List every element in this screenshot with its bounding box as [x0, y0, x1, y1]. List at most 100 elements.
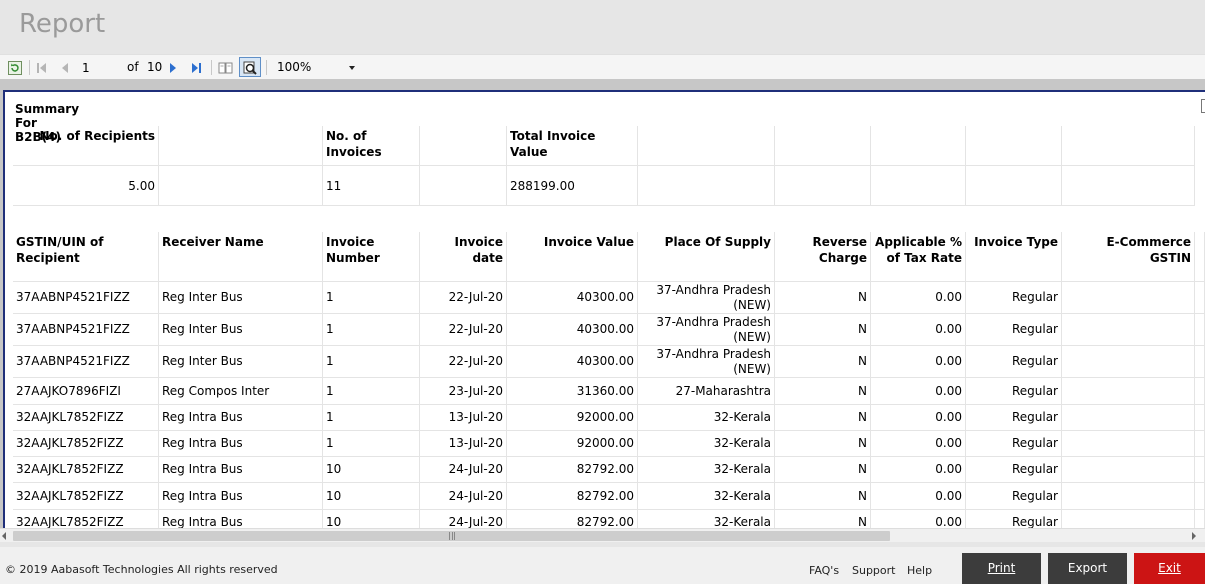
table-cell: Regular — [966, 431, 1062, 457]
footer: © 2019 Aabasoft Technologies All rights … — [0, 547, 1205, 584]
faq-link[interactable]: FAQ's — [809, 564, 839, 577]
table-cell: Reg Compos Inter — [159, 378, 323, 405]
summary-header-cell — [966, 126, 1062, 166]
table-header-cell: Invoice Value — [507, 232, 638, 282]
table-header-cell — [1195, 232, 1205, 282]
table-cell — [1195, 510, 1205, 528]
table-cell: 24-Jul-20 — [420, 457, 507, 483]
vertical-scrollbar-stub[interactable] — [1201, 99, 1205, 113]
horizontal-scrollbar[interactable] — [0, 528, 1205, 542]
refresh-icon[interactable] — [7, 59, 23, 76]
print-button[interactable]: Print — [962, 553, 1041, 584]
support-link[interactable]: Support — [852, 564, 895, 577]
export-button[interactable]: Export — [1048, 553, 1127, 584]
last-page-icon[interactable] — [188, 59, 204, 76]
table-cell: 31360.00 — [507, 378, 638, 405]
table-cell: 27-Maharashtra — [638, 378, 775, 405]
table-cell: 32-Kerala — [638, 405, 775, 431]
first-page-icon[interactable] — [35, 59, 49, 76]
scroll-left-icon[interactable] — [2, 532, 6, 540]
table-cell: Reg Inter Bus — [159, 346, 323, 378]
summary-header-cell — [420, 126, 507, 166]
table-cell: 37AABNP4521FIZZ — [13, 346, 159, 378]
table-header-cell: Applicable % of Tax Rate — [871, 232, 966, 282]
table-header-cell: Place Of Supply — [638, 232, 775, 282]
table-cell: 32AAJKL7852FIZZ — [13, 510, 159, 528]
table-cell: 10 — [323, 457, 420, 483]
table-cell — [1195, 457, 1205, 483]
table-cell: 37AABNP4521FIZZ — [13, 282, 159, 314]
table-cell — [1062, 483, 1195, 510]
table-cell: Reg Inter Bus — [159, 282, 323, 314]
table-cell: Reg Intra Bus — [159, 457, 323, 483]
table-cell: 37-Andhra Pradesh (NEW) — [638, 282, 775, 314]
table-cell — [1062, 346, 1195, 378]
summary-value-cell — [966, 166, 1062, 206]
table-header-cell: GSTIN/UIN of Recipient — [13, 232, 159, 282]
copyright-text: © 2019 Aabasoft Technologies All rights … — [5, 563, 278, 576]
table-cell: 32AAJKL7852FIZZ — [13, 483, 159, 510]
table-cell — [1195, 346, 1205, 378]
table-cell: N — [775, 431, 871, 457]
scroll-right-icon[interactable] — [1192, 532, 1196, 540]
summary-value-cell — [420, 166, 507, 206]
table-cell: 1 — [323, 431, 420, 457]
summary-value-cell — [638, 166, 775, 206]
page-title: Report — [19, 9, 106, 39]
table-cell: 1 — [323, 314, 420, 346]
print-layout-icon[interactable] — [239, 57, 261, 77]
table-cell: 1 — [323, 405, 420, 431]
table-cell: Regular — [966, 314, 1062, 346]
grip-icon — [449, 532, 455, 540]
zoom-select[interactable]: 100% — [272, 58, 359, 77]
table-cell: 32-Kerala — [638, 457, 775, 483]
table-cell — [1195, 378, 1205, 405]
table-cell: 32-Kerala — [638, 431, 775, 457]
exit-button[interactable]: Exit — [1134, 553, 1205, 584]
table-cell: Reg Intra Bus — [159, 483, 323, 510]
summary-header-cell — [1062, 126, 1195, 166]
summary-value-cell — [159, 166, 323, 206]
table-cell: 82792.00 — [507, 483, 638, 510]
table-cell: 1 — [323, 378, 420, 405]
summary-value-cell — [775, 166, 871, 206]
table-cell: N — [775, 483, 871, 510]
next-page-icon[interactable] — [166, 59, 180, 76]
table-cell: Regular — [966, 405, 1062, 431]
of-label: of — [127, 60, 139, 74]
table-cell — [1062, 431, 1195, 457]
previous-page-icon[interactable] — [58, 59, 72, 76]
summary-header-cell — [775, 126, 871, 166]
table-cell: 13-Jul-20 — [420, 405, 507, 431]
table-cell: N — [775, 282, 871, 314]
table-cell — [1062, 457, 1195, 483]
table-cell: 37-Andhra Pradesh (NEW) — [638, 346, 775, 378]
table-cell: 0.00 — [871, 431, 966, 457]
help-link[interactable]: Help — [907, 564, 932, 577]
zoom-value: 100% — [277, 60, 312, 74]
table-cell: Regular — [966, 510, 1062, 528]
table-cell: 22-Jul-20 — [420, 314, 507, 346]
table-cell: Reg Intra Bus — [159, 431, 323, 457]
scrollbar-thumb[interactable] — [13, 531, 890, 541]
summary-header-cell: Total Invoice Value — [507, 126, 638, 166]
table-cell: 32AAJKL7852FIZZ — [13, 405, 159, 431]
table-header-cell: Invoice date — [420, 232, 507, 282]
exit-button-label: Exit — [1158, 561, 1181, 575]
table-cell: 37AABNP4521FIZZ — [13, 314, 159, 346]
table-cell: 10 — [323, 483, 420, 510]
table-header-cell: Reverse Charge — [775, 232, 871, 282]
table-cell — [1195, 431, 1205, 457]
summary-value-cell: 5.00 — [13, 166, 159, 206]
table-cell — [1062, 282, 1195, 314]
summary-value-cell: 11 — [323, 166, 420, 206]
chevron-down-icon — [349, 66, 355, 70]
table-cell: 23-Jul-20 — [420, 378, 507, 405]
report-viewer: Summary For B2B(4) No. of Recipients 5.00… — [0, 79, 1205, 528]
table-cell: N — [775, 405, 871, 431]
page-number-input[interactable] — [80, 59, 116, 76]
table-cell — [1195, 483, 1205, 510]
table-cell: N — [775, 457, 871, 483]
document-map-icon[interactable] — [217, 59, 235, 76]
table-cell — [1195, 405, 1205, 431]
